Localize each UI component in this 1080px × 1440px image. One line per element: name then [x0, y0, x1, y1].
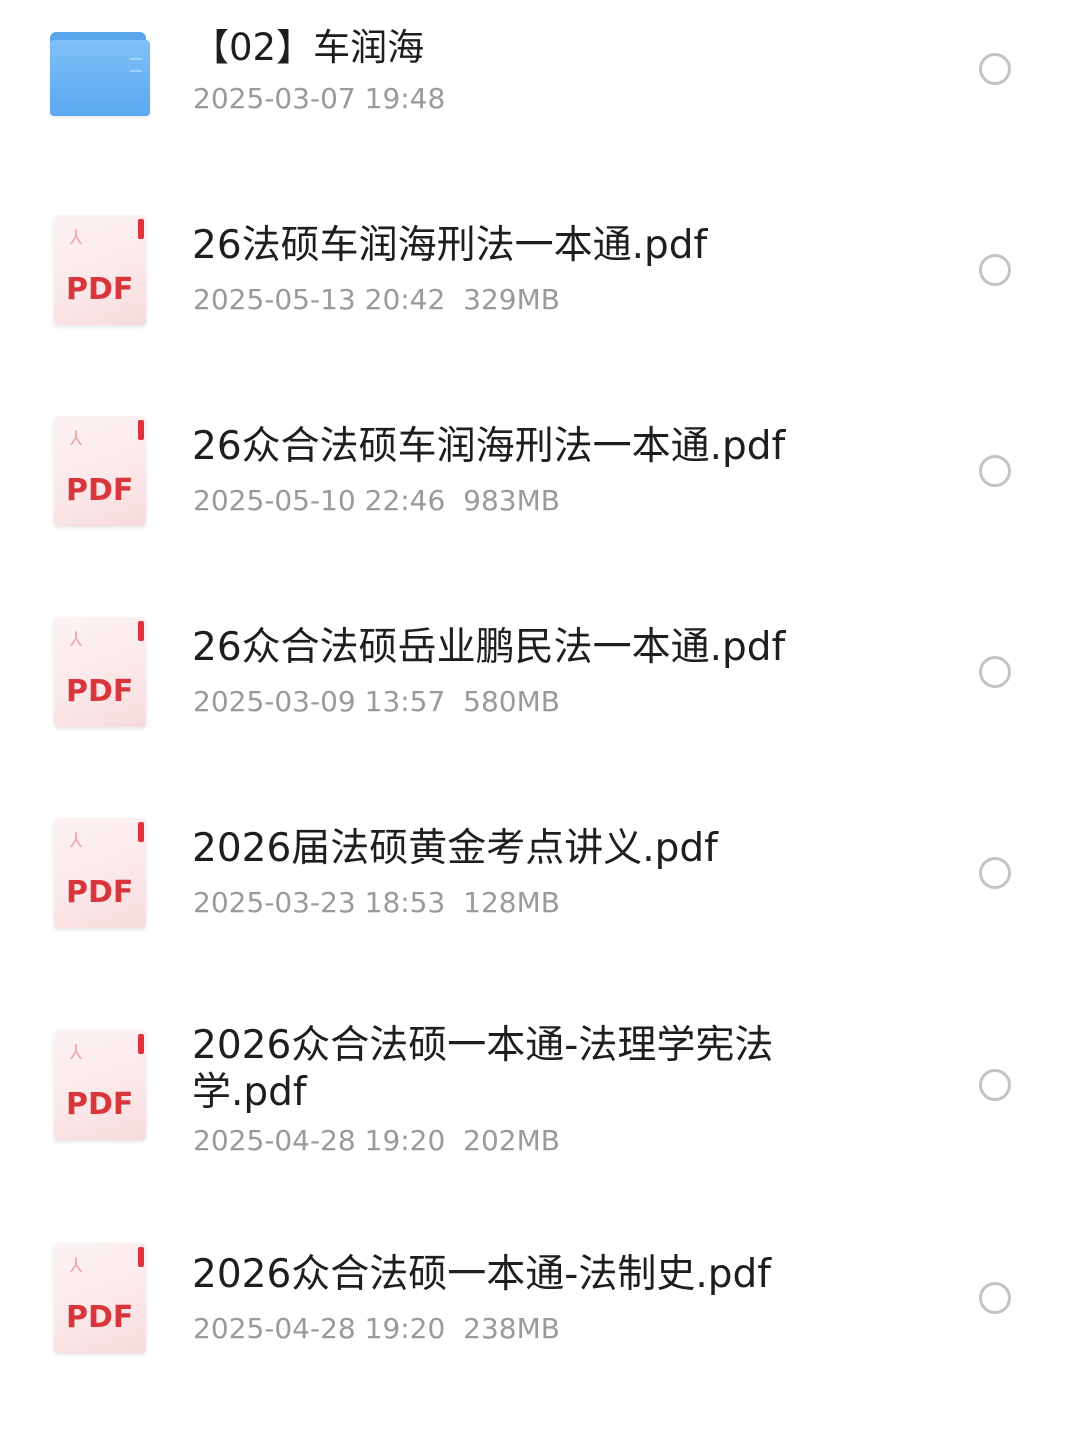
file-list: 【02】车润海 2025-03-07 19:48 ⅄ PDF 26法硕车润海刑法…	[0, 0, 1080, 1440]
file-size: 238MB	[463, 1312, 560, 1345]
file-name: 2026众合法硕一本通-法制史.pdf	[192, 1252, 771, 1297]
file-size: 329MB	[463, 283, 560, 316]
pdf-badge: PDF	[66, 1300, 134, 1335]
file-meta: 2025-03-07 19:48	[193, 82, 445, 116]
file-date: 2025-04-28 19:20	[193, 1124, 446, 1157]
file-size: 983MB	[463, 484, 560, 517]
pdf-icon: ⅄ PDF	[48, 1243, 152, 1355]
file-name: 26众合法硕岳业鹏民法一本通.pdf	[192, 625, 786, 670]
file-name: 26法硕车润海刑法一本通.pdf	[192, 223, 708, 268]
pdf-icon: ⅄ PDF	[48, 617, 152, 729]
select-radio[interactable]	[979, 656, 1011, 688]
file-date: 2025-04-28 19:20	[193, 1312, 446, 1345]
select-radio[interactable]	[979, 1282, 1011, 1314]
list-item[interactable]: ⅄ PDF 2026众合法硕一本通-法制史.pdf 2025-04-28 19:…	[0, 1211, 1080, 1411]
pdf-icon: ⅄ PDF	[48, 1030, 152, 1142]
file-name: 2026众合法硕一本通-法理学宪法学.pdf	[192, 1023, 774, 1115]
file-meta: 2025-04-28 19:20 202MB	[193, 1124, 560, 1158]
pdf-badge: PDF	[66, 473, 134, 508]
select-radio[interactable]	[979, 1069, 1011, 1101]
file-size: 580MB	[463, 685, 560, 718]
pdf-badge: PDF	[66, 1087, 134, 1122]
folder-icon	[48, 32, 152, 144]
file-meta: 2025-05-13 20:42 329MB	[193, 283, 560, 317]
select-radio[interactable]	[979, 857, 1011, 889]
pdf-icon: ⅄ PDF	[48, 818, 152, 930]
file-size: 202MB	[463, 1124, 560, 1157]
list-item[interactable]: ⅄ PDF 26法硕车润海刑法一本通.pdf 2025-05-13 20:42 …	[0, 176, 1080, 376]
select-radio[interactable]	[979, 53, 1011, 85]
file-meta: 2025-04-28 19:20 238MB	[193, 1312, 560, 1346]
file-meta: 2025-03-23 18:53 128MB	[193, 886, 560, 920]
file-date: 2025-05-13 20:42	[193, 283, 446, 316]
select-radio[interactable]	[979, 455, 1011, 487]
file-name: 【02】车润海	[192, 26, 425, 69]
list-item[interactable]: ⅄ PDF 2026众合法硕一本通-法理学宪法学.pdf 2025-04-28 …	[0, 980, 1080, 1210]
pdf-icon: ⅄ PDF	[48, 416, 152, 528]
file-name: 26众合法硕车润海刑法一本通.pdf	[192, 424, 786, 469]
file-name: 2026届法硕黄金考点讲义.pdf	[192, 826, 718, 871]
pdf-badge: PDF	[66, 674, 134, 709]
list-item[interactable]: ⅄ PDF 2026届法硕黄金考点讲义.pdf 2025-03-23 18:53…	[0, 779, 1080, 979]
pdf-badge: PDF	[66, 875, 134, 910]
file-date: 2025-03-07 19:48	[193, 82, 446, 115]
file-size: 128MB	[463, 886, 560, 919]
file-meta: 2025-05-10 22:46 983MB	[193, 484, 560, 518]
file-meta: 2025-03-09 13:57 580MB	[193, 685, 560, 719]
file-date: 2025-03-23 18:53	[193, 886, 446, 919]
select-radio[interactable]	[979, 254, 1011, 286]
pdf-icon: ⅄ PDF	[48, 215, 152, 327]
pdf-badge: PDF	[66, 272, 134, 307]
file-date: 2025-05-10 22:46	[193, 484, 446, 517]
list-item-folder[interactable]: 【02】车润海 2025-03-07 19:48	[0, 0, 1080, 175]
list-item[interactable]: ⅄ PDF 26众合法硕车润海刑法一本通.pdf 2025-05-10 22:4…	[0, 377, 1080, 577]
file-date: 2025-03-09 13:57	[193, 685, 446, 718]
list-item[interactable]: ⅄ PDF 26众合法硕岳业鹏民法一本通.pdf 2025-03-09 13:5…	[0, 578, 1080, 778]
